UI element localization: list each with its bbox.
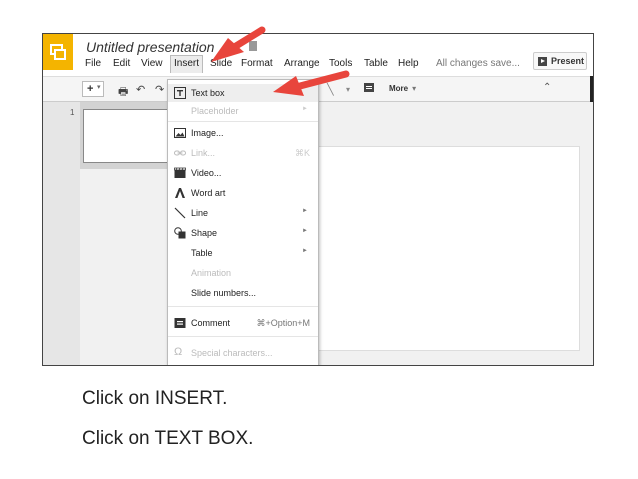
instruction-caption-1: Click on INSERT.	[82, 388, 228, 409]
arrow-to-text-box	[273, 70, 350, 96]
instruction-caption-2: Click on TEXT BOX.	[82, 428, 254, 449]
arrow-to-insert	[211, 26, 266, 62]
